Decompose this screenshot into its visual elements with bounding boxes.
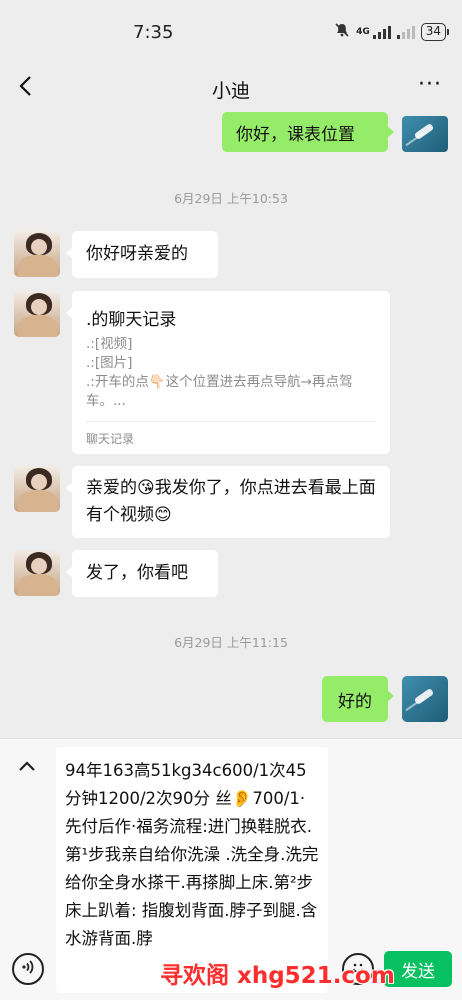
- chat-record-line: .:[图片]: [86, 355, 133, 371]
- chat-record-title: .的聊天记录: [86, 310, 177, 330]
- status-icons: 4G 34: [334, 22, 450, 42]
- voice-icon: [20, 959, 36, 979]
- chevron-up-icon: [18, 757, 36, 776]
- voice-button[interactable]: [12, 953, 44, 985]
- chat-title: 小迪: [211, 80, 250, 102]
- signal-icon: [372, 25, 391, 39]
- collapse-input-button[interactable]: [12, 751, 42, 781]
- more-button[interactable]: ···: [414, 74, 446, 104]
- divider: [86, 421, 376, 422]
- contact-avatar[interactable]: [14, 550, 60, 596]
- message-incoming[interactable]: 你好呀亲爱的: [66, 231, 218, 278]
- chat-record-card[interactable]: .的聊天记录 .:[视频] .:[图片] .:开车的点👇🏻这个位置进去再点导航→…: [66, 291, 390, 454]
- my-avatar[interactable]: [402, 116, 448, 152]
- battery-indicator: 34: [420, 23, 450, 41]
- watermark-text: 寻欢阁 xhg521.com: [160, 963, 395, 989]
- message-timestamp: 6月29日 上午10:53: [174, 191, 288, 206]
- my-avatar[interactable]: [402, 676, 448, 722]
- network-type: 4G: [356, 27, 370, 37]
- chat-record-footer: 聊天记录: [86, 432, 135, 446]
- chat-record-line: .:开车的点👇🏻这个位置进去再点导航→再点驾车。...: [86, 374, 353, 409]
- message-incoming[interactable]: 发了，你看吧: [66, 550, 218, 597]
- contact-avatar[interactable]: [14, 231, 60, 277]
- signal-secondary-icon: [396, 25, 415, 39]
- chat-history[interactable]: 你好，课表位置 6月29日 上午10:53 你好呀亲爱的 .的聊天记录 .:[视…: [0, 112, 462, 738]
- more-dots-icon: ···: [418, 72, 442, 97]
- message-outgoing[interactable]: 好的: [322, 676, 394, 722]
- status-bar: 7:35 4G 34: [0, 0, 462, 66]
- contact-avatar[interactable]: [14, 291, 60, 337]
- message-incoming[interactable]: 亲爱的😘我发你了，你点进去看最上面有个视频😊: [66, 466, 390, 538]
- chat-record-preview: .:[视频] .:[图片] .:开车的点👇🏻这个位置进去再点导航→再点驾车。..…: [86, 335, 380, 411]
- bell-off-icon: [334, 22, 350, 42]
- chat-header: 小迪 ···: [0, 66, 462, 112]
- chat-record-line: .:[视频]: [86, 336, 133, 352]
- message-outgoing[interactable]: 你好，课表位置: [222, 112, 394, 152]
- contact-avatar[interactable]: [14, 466, 60, 512]
- status-time: 7:35: [133, 22, 174, 43]
- message-timestamp: 6月29日 上午11:15: [174, 635, 288, 650]
